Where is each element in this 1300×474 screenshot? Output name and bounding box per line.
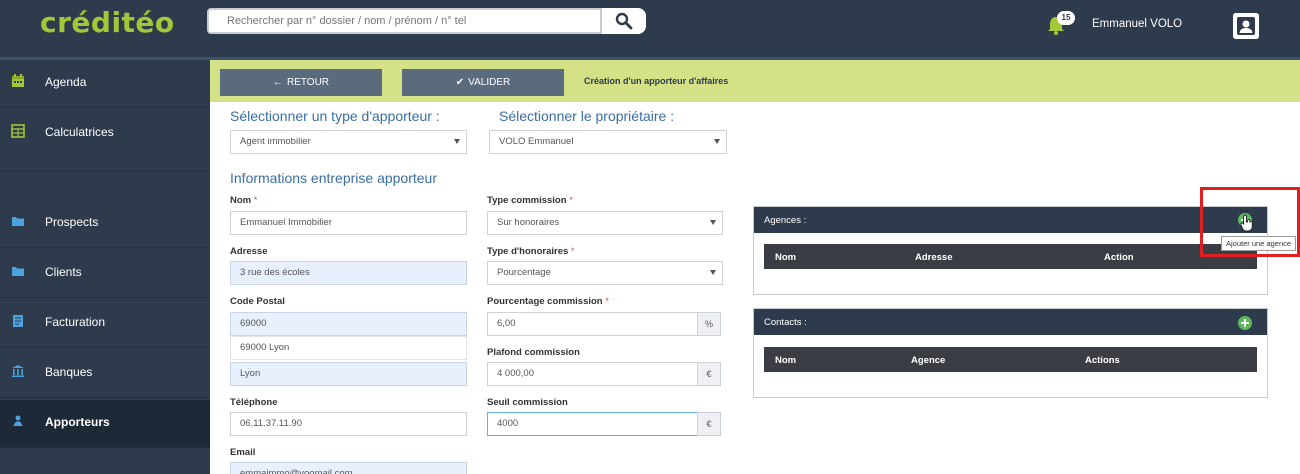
back-button[interactable]: ← RETOUR bbox=[220, 69, 382, 96]
sidebar-item-agenda[interactable]: Agenda bbox=[0, 60, 210, 108]
seuil-field[interactable]: 4000 bbox=[487, 412, 698, 436]
chevron-down-icon bbox=[714, 139, 720, 144]
search-icon bbox=[615, 12, 633, 30]
sidebar-item-label: Clients bbox=[45, 265, 82, 279]
back-button-label: RETOUR bbox=[286, 77, 330, 88]
seuil-label: Seuil commission bbox=[487, 397, 568, 408]
agences-table-header: Nom Adresse Action bbox=[764, 244, 1257, 269]
percent-addon: % bbox=[697, 312, 721, 336]
type-commission-label: Type commission * bbox=[487, 195, 573, 206]
pourcentage-field[interactable]: 6,00 bbox=[487, 312, 698, 336]
add-contact-button[interactable] bbox=[1238, 316, 1252, 330]
type-apporteur-heading: Sélectionner un type d'apporteur : bbox=[230, 108, 440, 124]
user-profile-icon[interactable] bbox=[1233, 13, 1259, 39]
sidebar-item-label: Agenda bbox=[45, 75, 87, 89]
ville-field[interactable]: Lyon bbox=[230, 362, 467, 386]
check-icon: ✔ bbox=[455, 77, 465, 88]
plafond-label: Plafond commission bbox=[487, 347, 580, 358]
code-postal-label: Code Postal bbox=[230, 296, 285, 307]
euro-addon: € bbox=[697, 362, 721, 386]
sidebar-item-clients[interactable]: Clients bbox=[0, 250, 210, 298]
type-honoraires-select[interactable]: Pourcentage bbox=[487, 261, 723, 285]
type-commission-select[interactable]: Sur honoraires bbox=[487, 211, 723, 235]
nom-label: Nom * bbox=[230, 195, 258, 206]
adresse-label: Adresse bbox=[230, 246, 268, 257]
chevron-down-icon bbox=[710, 220, 716, 225]
sidebar-item-label: Calculatrices bbox=[45, 125, 114, 139]
type-apporteur-value: Agent immobilier bbox=[240, 136, 311, 147]
sidebar-item-prospects[interactable]: Prospects bbox=[0, 200, 210, 248]
invoice-icon bbox=[13, 315, 23, 327]
type-commission-value: Sur honoraires bbox=[497, 217, 560, 228]
telephone-label: Téléphone bbox=[230, 397, 278, 408]
contacts-panel-title: Contacts : bbox=[754, 309, 1267, 335]
column-header-actions[interactable]: Actions bbox=[1085, 355, 1120, 366]
chevron-down-icon bbox=[710, 270, 716, 275]
sidebar-item-apporteurs[interactable]: Apporteurs bbox=[0, 400, 210, 448]
arrow-left-icon: ← bbox=[272, 77, 283, 88]
column-header-adresse[interactable]: Adresse bbox=[915, 252, 953, 263]
sidebar-item-label: Banques bbox=[45, 365, 93, 379]
sidebar-item-label: Prospects bbox=[45, 215, 99, 229]
nom-field[interactable]: Emmanuel Immobilier bbox=[230, 211, 467, 235]
proprietaire-value: VOLO Emmanuel bbox=[499, 136, 574, 147]
contacts-table-header: Nom Agence Actions bbox=[764, 347, 1257, 372]
sidebar-item-facturation[interactable]: Facturation bbox=[0, 300, 210, 348]
app-logo[interactable]: créditéo bbox=[40, 6, 175, 39]
calendar-icon bbox=[12, 74, 24, 87]
sidebar-item-banques[interactable]: Banques bbox=[0, 350, 210, 398]
plafond-field[interactable]: 4 000,00 bbox=[487, 362, 698, 386]
column-header-nom[interactable]: Nom bbox=[775, 355, 796, 366]
adresse-field[interactable]: 3 rue des écoles bbox=[230, 261, 467, 285]
notification-count-badge: 15 bbox=[1057, 11, 1075, 25]
chevron-down-icon bbox=[454, 139, 460, 144]
validate-button[interactable]: ✔ VALIDER bbox=[402, 69, 564, 96]
email-field[interactable]: emmaimmo@yoomail.com bbox=[230, 462, 467, 474]
agences-panel: Agences : Nom Adresse Action bbox=[753, 206, 1268, 295]
email-label: Email bbox=[230, 447, 256, 458]
top-bar: créditéo 15 Emmanuel VOLO bbox=[0, 0, 1300, 60]
pourcentage-label: Pourcentage commission * bbox=[487, 296, 609, 307]
type-honoraires-label: Type d'honoraires * bbox=[487, 246, 575, 257]
folder-icon bbox=[12, 267, 24, 276]
column-header-nom[interactable]: Nom bbox=[775, 252, 796, 263]
action-bar: ← RETOUR ✔ VALIDER Création d'un apporte… bbox=[210, 60, 1300, 102]
validate-button-label: VALIDER bbox=[468, 77, 511, 88]
hand-cursor-icon bbox=[1240, 214, 1253, 232]
telephone-field[interactable]: 06.11.37.11.90 bbox=[230, 412, 467, 436]
user-name[interactable]: Emmanuel VOLO bbox=[1092, 18, 1182, 30]
calculator-icon bbox=[11, 124, 25, 138]
city-suggestion-item[interactable]: 69000 Lyon bbox=[230, 336, 467, 360]
sidebar-item-calculatrices[interactable]: Calculatrices bbox=[0, 110, 210, 172]
page-title: Création d'un apporteur d'affaires bbox=[584, 76, 729, 86]
column-header-agence[interactable]: Agence bbox=[911, 355, 945, 366]
handshake-icon bbox=[13, 415, 23, 426]
search-input[interactable] bbox=[207, 8, 602, 34]
search-button[interactable] bbox=[602, 8, 646, 34]
sidebar-item-label: Facturation bbox=[45, 315, 106, 329]
code-postal-field[interactable]: 69000 bbox=[230, 312, 467, 336]
proprietaire-heading: Sélectionner le propriétaire : bbox=[499, 108, 675, 124]
column-header-action[interactable]: Action bbox=[1104, 252, 1134, 263]
contacts-panel: Contacts : Nom Agence Actions bbox=[753, 308, 1268, 398]
type-apporteur-select[interactable]: Agent immobilier bbox=[230, 130, 467, 154]
section-title: Informations entreprise apporteur bbox=[230, 170, 437, 186]
sidebar: Agenda Calculatrices Prospects Clients F… bbox=[0, 60, 210, 474]
bank-icon bbox=[12, 365, 24, 377]
folder-icon bbox=[12, 217, 24, 226]
proprietaire-select[interactable]: VOLO Emmanuel bbox=[489, 130, 727, 154]
sidebar-item-label: Apporteurs bbox=[45, 415, 110, 429]
agences-panel-title: Agences : bbox=[754, 207, 1267, 233]
type-honoraires-value: Pourcentage bbox=[497, 267, 551, 278]
euro-addon: € bbox=[697, 412, 721, 436]
